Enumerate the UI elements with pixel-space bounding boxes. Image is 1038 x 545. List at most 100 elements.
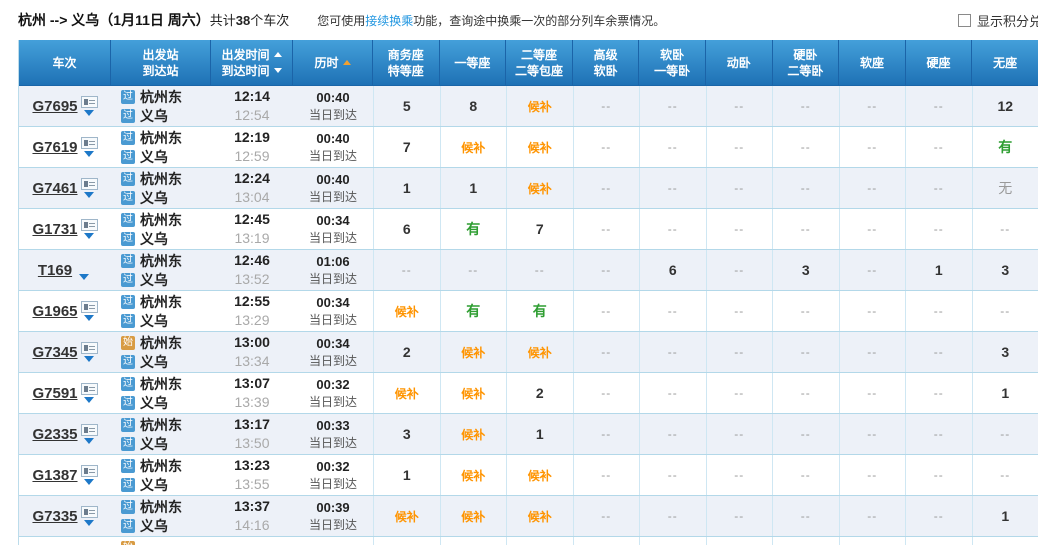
train-number-link[interactable]: G1387: [32, 467, 77, 484]
column-header-label: 一等座: [454, 55, 491, 70]
expand-arrow-icon[interactable]: [84, 192, 95, 198]
column-header-label: 二等包座: [514, 63, 563, 78]
train-cell: G7695: [19, 86, 111, 126]
train-row: G7619 过 杭州东 过 义乌 12:19 12:59 00:40 当日到达 …: [19, 127, 1038, 168]
sort-asc-icon[interactable]: [342, 60, 351, 65]
expand-arrow-icon[interactable]: [84, 520, 95, 526]
seat-availability-cell: --: [838, 291, 906, 331]
train-side-icons: [80, 178, 98, 198]
seat-availability-cell: --: [705, 414, 773, 454]
seat-availability-cell: --: [572, 127, 640, 167]
duration: 00:40: [316, 172, 350, 187]
train-row: G2335 过 杭州东 过 义乌 13:17 13:50 00:33 当日到达 …: [19, 414, 1038, 455]
column-header: 硬卧 二等卧: [773, 40, 840, 85]
seat-availability-cell: --: [905, 168, 972, 208]
station-cell: 过 杭州东 过 义乌: [111, 455, 211, 495]
column-header: 无座: [972, 40, 1038, 85]
expand-arrow-icon[interactable]: [84, 233, 95, 239]
expand-arrow-icon[interactable]: [84, 397, 95, 403]
transfer-link[interactable]: 接续换乘: [365, 14, 413, 28]
table-body: G7695 过 杭州东 过 义乌 12:14 12:54 00:40 当日到达 …: [19, 86, 1038, 545]
train-side-icons: [80, 96, 98, 116]
column-header[interactable]: 历时: [293, 40, 373, 85]
train-cell: G7619: [19, 127, 111, 167]
arrival-day: 当日到达: [308, 354, 357, 368]
duration-cell: 00:32 当日到达: [293, 455, 373, 495]
train-number-link[interactable]: G2335: [32, 426, 77, 443]
seat-availability-cell: --: [971, 291, 1038, 331]
seat-availability-cell: --: [639, 209, 706, 249]
duration: 00:40: [316, 90, 350, 105]
station-name: 杭州东: [140, 375, 182, 392]
seat-availability-cell: --: [639, 127, 706, 167]
train-number-link[interactable]: T169: [38, 262, 72, 279]
departure-stop: 过 杭州东: [111, 456, 211, 475]
route-text: 杭州 --> 义乌（1月11日 周六）: [18, 12, 210, 28]
sort-asc-icon[interactable]: [273, 52, 282, 57]
expand-arrow-icon[interactable]: [84, 315, 95, 321]
arrival-time: 14:16: [234, 517, 270, 533]
seat-availability-cell: --: [772, 496, 839, 536]
expand-arrow-icon[interactable]: [84, 110, 95, 116]
duration-cell: 00:40 当日到达: [293, 127, 373, 167]
seat-availability-cell: --: [838, 414, 906, 454]
seat-availability-cell: --: [572, 86, 640, 126]
stop-type-badge: 过: [121, 395, 135, 410]
seat-availability-cell: --: [905, 414, 972, 454]
seat-availability-cell: [639, 537, 706, 545]
station-cell: 过 杭州东 过 义乌: [111, 250, 211, 290]
seat-availability-cell: --: [838, 86, 906, 126]
train-number-link[interactable]: G7345: [32, 344, 77, 361]
time-cell: [211, 537, 293, 545]
seat-availability-cell: [506, 537, 573, 545]
seat-availability-cell: --: [772, 209, 839, 249]
expand-arrow-icon[interactable]: [84, 438, 95, 444]
train-number-link[interactable]: G7335: [32, 508, 77, 525]
seat-availability-cell: 3: [373, 414, 440, 454]
time-cell: 13:37 14:16: [211, 496, 293, 536]
seat-availability-cell: 12: [971, 86, 1038, 126]
seat-availability-cell: 候补: [506, 127, 573, 167]
expand-arrow-icon[interactable]: [84, 356, 95, 362]
train-side-icons: [80, 506, 98, 526]
arrival-time: 12:54: [234, 107, 270, 123]
train-number-link[interactable]: G7619: [32, 139, 77, 156]
seat-availability-cell: --: [705, 332, 773, 372]
expand-arrow-icon[interactable]: [84, 479, 95, 485]
points-checkbox[interactable]: [958, 14, 971, 27]
expand-arrow-icon[interactable]: [84, 151, 95, 157]
departure-time: 12:45: [234, 211, 270, 227]
duration-cell: 00:39 当日到达: [293, 496, 373, 536]
stop-type-badge: 过: [121, 518, 135, 533]
train-cell: G1731: [19, 209, 111, 249]
time-cell: 13:23 13:55: [211, 455, 293, 495]
duration: 00:33: [316, 418, 350, 433]
duration: 00:34: [316, 295, 350, 310]
time-cell: 13:17 13:50: [211, 414, 293, 454]
seat-availability-cell: --: [572, 414, 640, 454]
sort-desc-icon[interactable]: [273, 68, 282, 73]
count-suffix: 个车次: [250, 13, 290, 28]
departure-stop: 过 杭州东: [111, 292, 211, 311]
train-number-link[interactable]: G7695: [32, 98, 77, 115]
arrival-stop: 过 义乌: [111, 393, 211, 412]
departure-time: 13:00: [234, 334, 270, 350]
stop-type-badge: 过: [121, 190, 135, 205]
departure-time: 13:23: [234, 457, 270, 473]
stop-type-badge: 过: [121, 354, 135, 369]
id-card-icon: [80, 342, 98, 354]
train-number-link[interactable]: G7591: [32, 385, 77, 402]
station-name: 义乌: [140, 435, 168, 452]
expand-arrow-icon[interactable]: [78, 274, 89, 280]
column-header[interactable]: 出发时间 到达时间: [211, 40, 293, 85]
train-cell: G1965: [19, 291, 111, 331]
duration: 00:32: [316, 459, 350, 474]
train-number-link[interactable]: G1731: [32, 221, 77, 238]
seat-availability-cell: --: [905, 127, 972, 167]
station-cell: 过 杭州东 过 义乌: [111, 291, 211, 331]
train-number-link[interactable]: G1965: [32, 303, 77, 320]
train-number-link[interactable]: G7461: [32, 180, 77, 197]
seat-availability-cell: --: [772, 127, 839, 167]
column-header-label: 一等卧: [654, 63, 691, 78]
seat-availability-cell: 1: [506, 414, 573, 454]
